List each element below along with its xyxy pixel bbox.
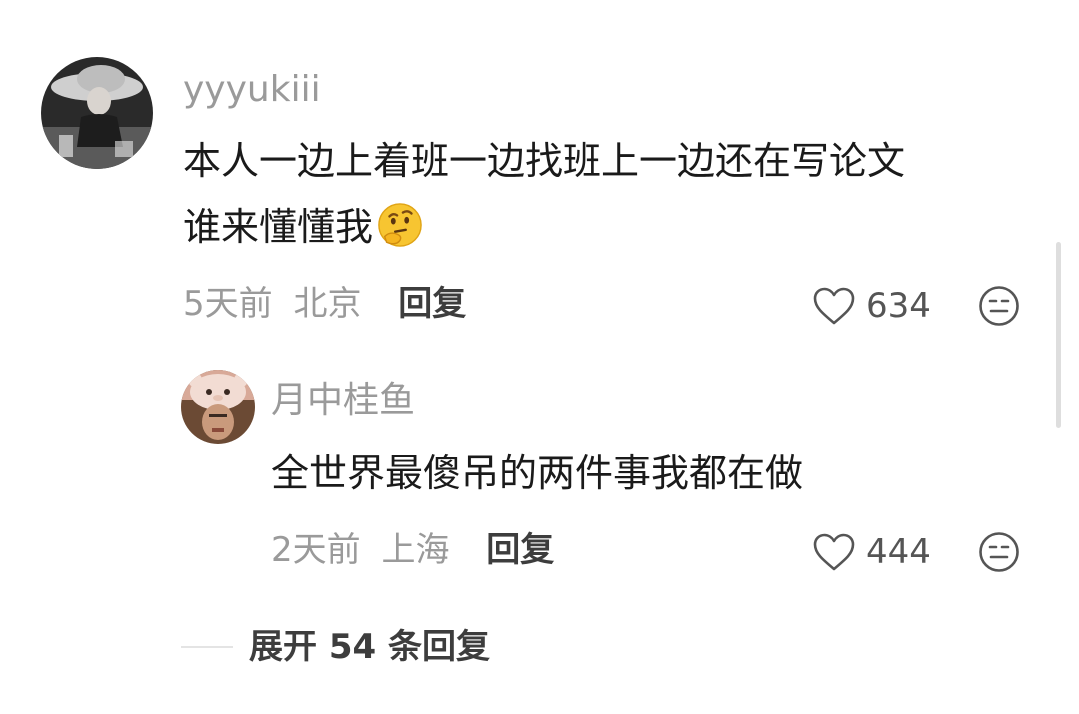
reply-meta: 2天前 上海 回复	[271, 533, 554, 567]
comment-text: 本人一边上着班一边找班上一边还在写论文 谁来懂懂我	[183, 128, 905, 260]
reply-time: 2天前	[271, 530, 361, 570]
thinking-face-emoji-icon	[378, 203, 422, 247]
comment-text-line: 谁来懂懂我	[183, 194, 905, 260]
comment-thread: yyyukiii 本人一边上着班一边找班上一边还在写论文 谁来懂懂我 5天前 北…	[0, 0, 1079, 714]
reply-button[interactable]: 回复	[486, 530, 554, 570]
expand-replies-button[interactable]: 展开 54 条回复	[181, 630, 490, 664]
heart-icon	[813, 533, 855, 571]
comment-location: 北京	[293, 284, 362, 324]
divider-line	[181, 646, 233, 648]
avatar-image	[41, 57, 153, 169]
comment-time: 5天前	[183, 284, 273, 324]
reply-text: 全世界最傻吊的两件事我都在做	[271, 451, 804, 495]
like-button[interactable]: 634	[812, 286, 931, 326]
reply-button[interactable]: 回复	[398, 284, 466, 324]
like-count: 634	[866, 286, 931, 326]
dislike-face-icon[interactable]	[978, 531, 1020, 573]
comment-meta: 5天前 北京 回复	[183, 287, 466, 321]
like-button[interactable]: 444	[812, 532, 931, 572]
comment-text-line: 本人一边上着班一边找班上一边还在写论文	[183, 139, 906, 183]
dislike-face-icon[interactable]	[978, 285, 1020, 327]
reply-username[interactable]: 月中桂鱼	[271, 383, 415, 419]
avatar[interactable]	[41, 57, 153, 169]
scrollbar[interactable]	[1056, 242, 1061, 428]
avatar-image	[181, 370, 255, 444]
heart-icon	[813, 287, 855, 325]
reply-avatar[interactable]	[181, 370, 255, 444]
reply-location: 上海	[381, 530, 450, 570]
like-count: 444	[866, 532, 931, 572]
username[interactable]: yyyukiii	[183, 72, 321, 108]
expand-replies-label: 展开 54 条回复	[249, 627, 490, 667]
comment-text-line-2: 谁来懂懂我	[183, 205, 374, 249]
